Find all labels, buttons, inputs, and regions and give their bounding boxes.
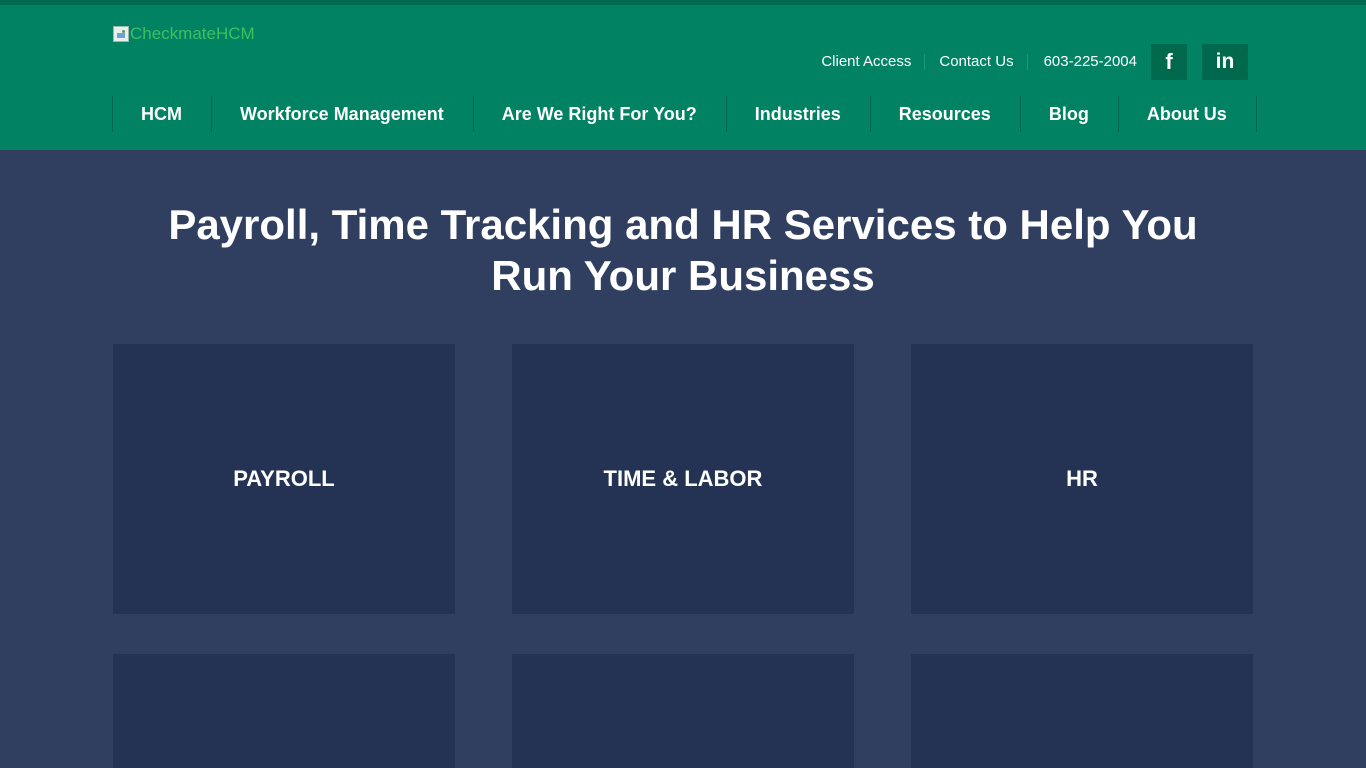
client-access-link[interactable]: Client Access [807,53,926,70]
tile-payroll[interactable]: PAYROLL [113,344,455,614]
phone-number[interactable]: 603-225-2004 [1028,53,1151,70]
nav-item-resources[interactable]: Resources [869,96,1020,132]
nav-item-blog[interactable]: Blog [1019,96,1118,132]
site-header: CheckmateHCM Client Access Contact Us 60… [0,5,1366,150]
tile-time-labor[interactable]: TIME & LABOR [512,344,854,614]
tile-row2-3[interactable] [911,654,1253,768]
nav-item-industries[interactable]: Industries [725,96,870,132]
tile-label: PAYROLL [233,466,335,491]
broken-image-icon [113,26,129,42]
linkedin-icon[interactable]: in [1202,43,1248,80]
nav-item-workforce-management[interactable]: Workforce Management [211,96,473,132]
nav-item-hcm[interactable]: HCM [112,96,211,132]
tile-label: TIME & LABOR [603,466,763,491]
tile-row2-2[interactable] [512,654,854,768]
nav-item-about-us[interactable]: About Us [1117,96,1257,132]
main-nav: HCM Workforce Management Are We Right Fo… [112,96,1257,132]
page-title-line-1: Payroll, Time Tracking and HR Services t… [168,201,1198,248]
logo-alt-text: CheckmateHCM [130,24,255,43]
site-logo[interactable]: CheckmateHCM [113,24,255,44]
nav-item-are-we-right-for-you[interactable]: Are We Right For You? [472,96,726,132]
contact-us-link[interactable]: Contact Us [925,53,1028,70]
page-title: Payroll, Time Tracking and HR Services t… [100,199,1266,301]
facebook-icon[interactable]: f [1151,43,1187,80]
tile-hr[interactable]: HR [911,344,1253,614]
tile-row2-1[interactable] [113,654,455,768]
utility-nav: Client Access Contact Us 603-225-2004 f … [807,43,1248,80]
tile-label: HR [1066,466,1098,491]
page-title-line-2: Run Your Business [491,252,875,299]
